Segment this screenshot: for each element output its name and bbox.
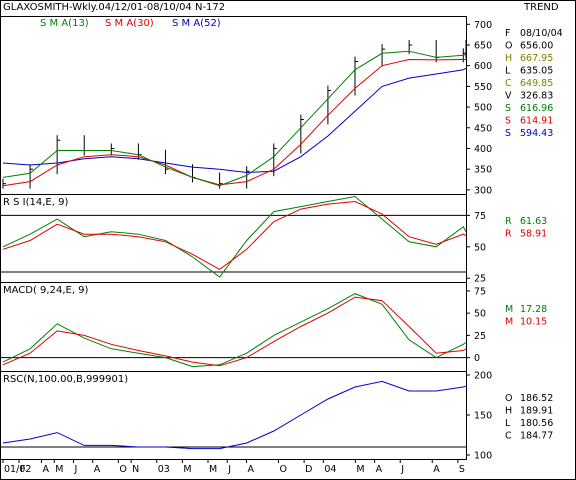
price-readout-value-4: 649.85 [520,78,553,89]
price-readout-key-6: S [505,103,511,114]
xtick-label-6: O [119,464,126,475]
xtick-label-2: A [42,464,49,475]
macd-ytick-label-3: 0 [474,353,480,364]
xtick-label-13: O [279,464,286,475]
price-readout-value-5: 326.83 [520,91,553,102]
price-ytick-label-8: 300 [474,185,492,196]
price-readout-value-8: 594.43 [520,128,553,139]
price-readout-value-2: 667.95 [520,53,553,64]
price-readout-value-6: 616.96 [520,103,553,114]
sma52-line [2,67,467,174]
price-ytick-label-2: 600 [474,61,492,72]
rsc-readout-value-2: 180.56 [520,418,553,429]
xtick-label-8: 03 [158,464,170,475]
price-ytick-label-6: 400 [474,144,492,155]
price-readout-value-3: 635.05 [520,66,553,77]
price-panel-frame [0,16,467,195]
legend-0: S M A(13) [40,18,89,29]
macd-readout-key-0: M [505,304,513,315]
rsi-series-1 [2,200,467,270]
trend-label: TREND [523,2,559,13]
xtick-label-12: A [247,464,254,475]
xtick-label-20: S [459,464,465,475]
price-ytick-label-5: 450 [474,123,492,134]
xtick-label-11: J [227,464,231,475]
price-readout-key-8: S [505,128,511,139]
rsi-title: R S I(14,E, 9) [3,197,68,208]
xtick-label-7: N [132,464,139,475]
sma13-line [2,50,467,187]
outer-frame [0,0,576,480]
rsi-readout-value-0: 61.63 [520,216,547,227]
price-ytick-label-1: 650 [474,40,492,51]
macd-ytick-label-2: 25 [474,331,486,342]
xtick-label-17: A [376,464,383,475]
macd-series-0 [2,293,467,368]
macd-ytick-label-1: 50 [474,309,486,320]
xtick-label-5: A [94,464,101,475]
xtick-label-4: J [73,464,77,475]
stock-chart: GLAXOSMITH-Wkly.04/12/01-08/10/04 N-172 T… [0,0,576,480]
price-readout-key-0: F [505,28,510,39]
rsi-ytick-label-0: 75 [474,211,486,222]
rsi-readout-value-1: 58.91 [520,229,547,240]
rsc-series-0 [2,380,467,450]
rsc-readout-value-1: 189.91 [520,406,553,417]
rsc-readout-key-0: O [505,393,512,404]
chart-title: GLAXOSMITH-Wkly.04/12/01-08/10/04 N-172 [3,2,225,13]
price-readout-key-2: H [505,53,512,64]
rsc-readout-value-3: 184.77 [520,431,553,442]
xtick-label-3: M [55,464,63,475]
macd-readout-value-1: 10.15 [520,317,547,328]
price-readout-value-0: 08/10/04 [520,28,563,39]
rsi-readout-key-0: R [505,216,512,227]
xtick-label-0: 01/02 [4,464,31,475]
price-ytick-label-0: 700 [474,20,492,31]
xtick-label-1: F [20,464,25,475]
rsi-readout-key-1: R [505,229,512,240]
price-readout-key-4: C [505,78,512,89]
price-readout-value-7: 614.91 [520,116,553,127]
rsi-series-0 [2,195,467,278]
rsc-readout-key-1: H [505,406,512,417]
rsi-panel-frame [0,194,467,283]
rsc-ytick-label-1: 150 [474,411,492,422]
price-ytick-label-7: 350 [474,165,492,176]
xtick-label-19: A [433,464,440,475]
rsi-ytick-label-1: 50 [474,242,486,253]
rsc-ytick-label-0: 200 [474,371,492,382]
sma30-line [2,58,466,187]
price-ytick-label-3: 550 [474,82,492,93]
legend-1: S M A(30) [105,18,154,29]
rsi-ytick-label-2: 25 [474,274,486,285]
macd-readout-value-0: 17.28 [520,304,547,315]
xtick-label-18: J [400,464,404,475]
price-readout-key-5: V [505,91,512,102]
legend-2: S M A(52) [172,18,221,29]
macd-ytick-label-0: 75 [474,286,486,297]
xtick-label-9: M [183,464,191,475]
rsc-readout-value-0: 186.52 [520,393,553,404]
price-readout-value-1: 656.00 [520,41,553,52]
xtick-label-14: D [305,464,312,475]
xtick-label-16: M [356,464,364,475]
macd-readout-key-1: M [505,317,513,328]
price-readout-key-7: S [505,116,511,127]
rsc-ytick-label-2: 100 [474,451,492,462]
macd-title: MACD( 9,24,E, 9) [3,285,89,296]
price-readout-key-3: L [505,66,511,77]
price-ytick-label-4: 500 [474,103,492,114]
xtick-label-10: M [209,464,217,475]
rsc-readout-key-2: L [505,418,511,429]
xtick-label-15: 04 [324,464,336,475]
rsc-title: RSC(N,100.00,B,999901) [3,374,128,385]
rsc-readout-key-3: C [505,431,512,442]
price-readout-key-1: O [505,41,512,52]
